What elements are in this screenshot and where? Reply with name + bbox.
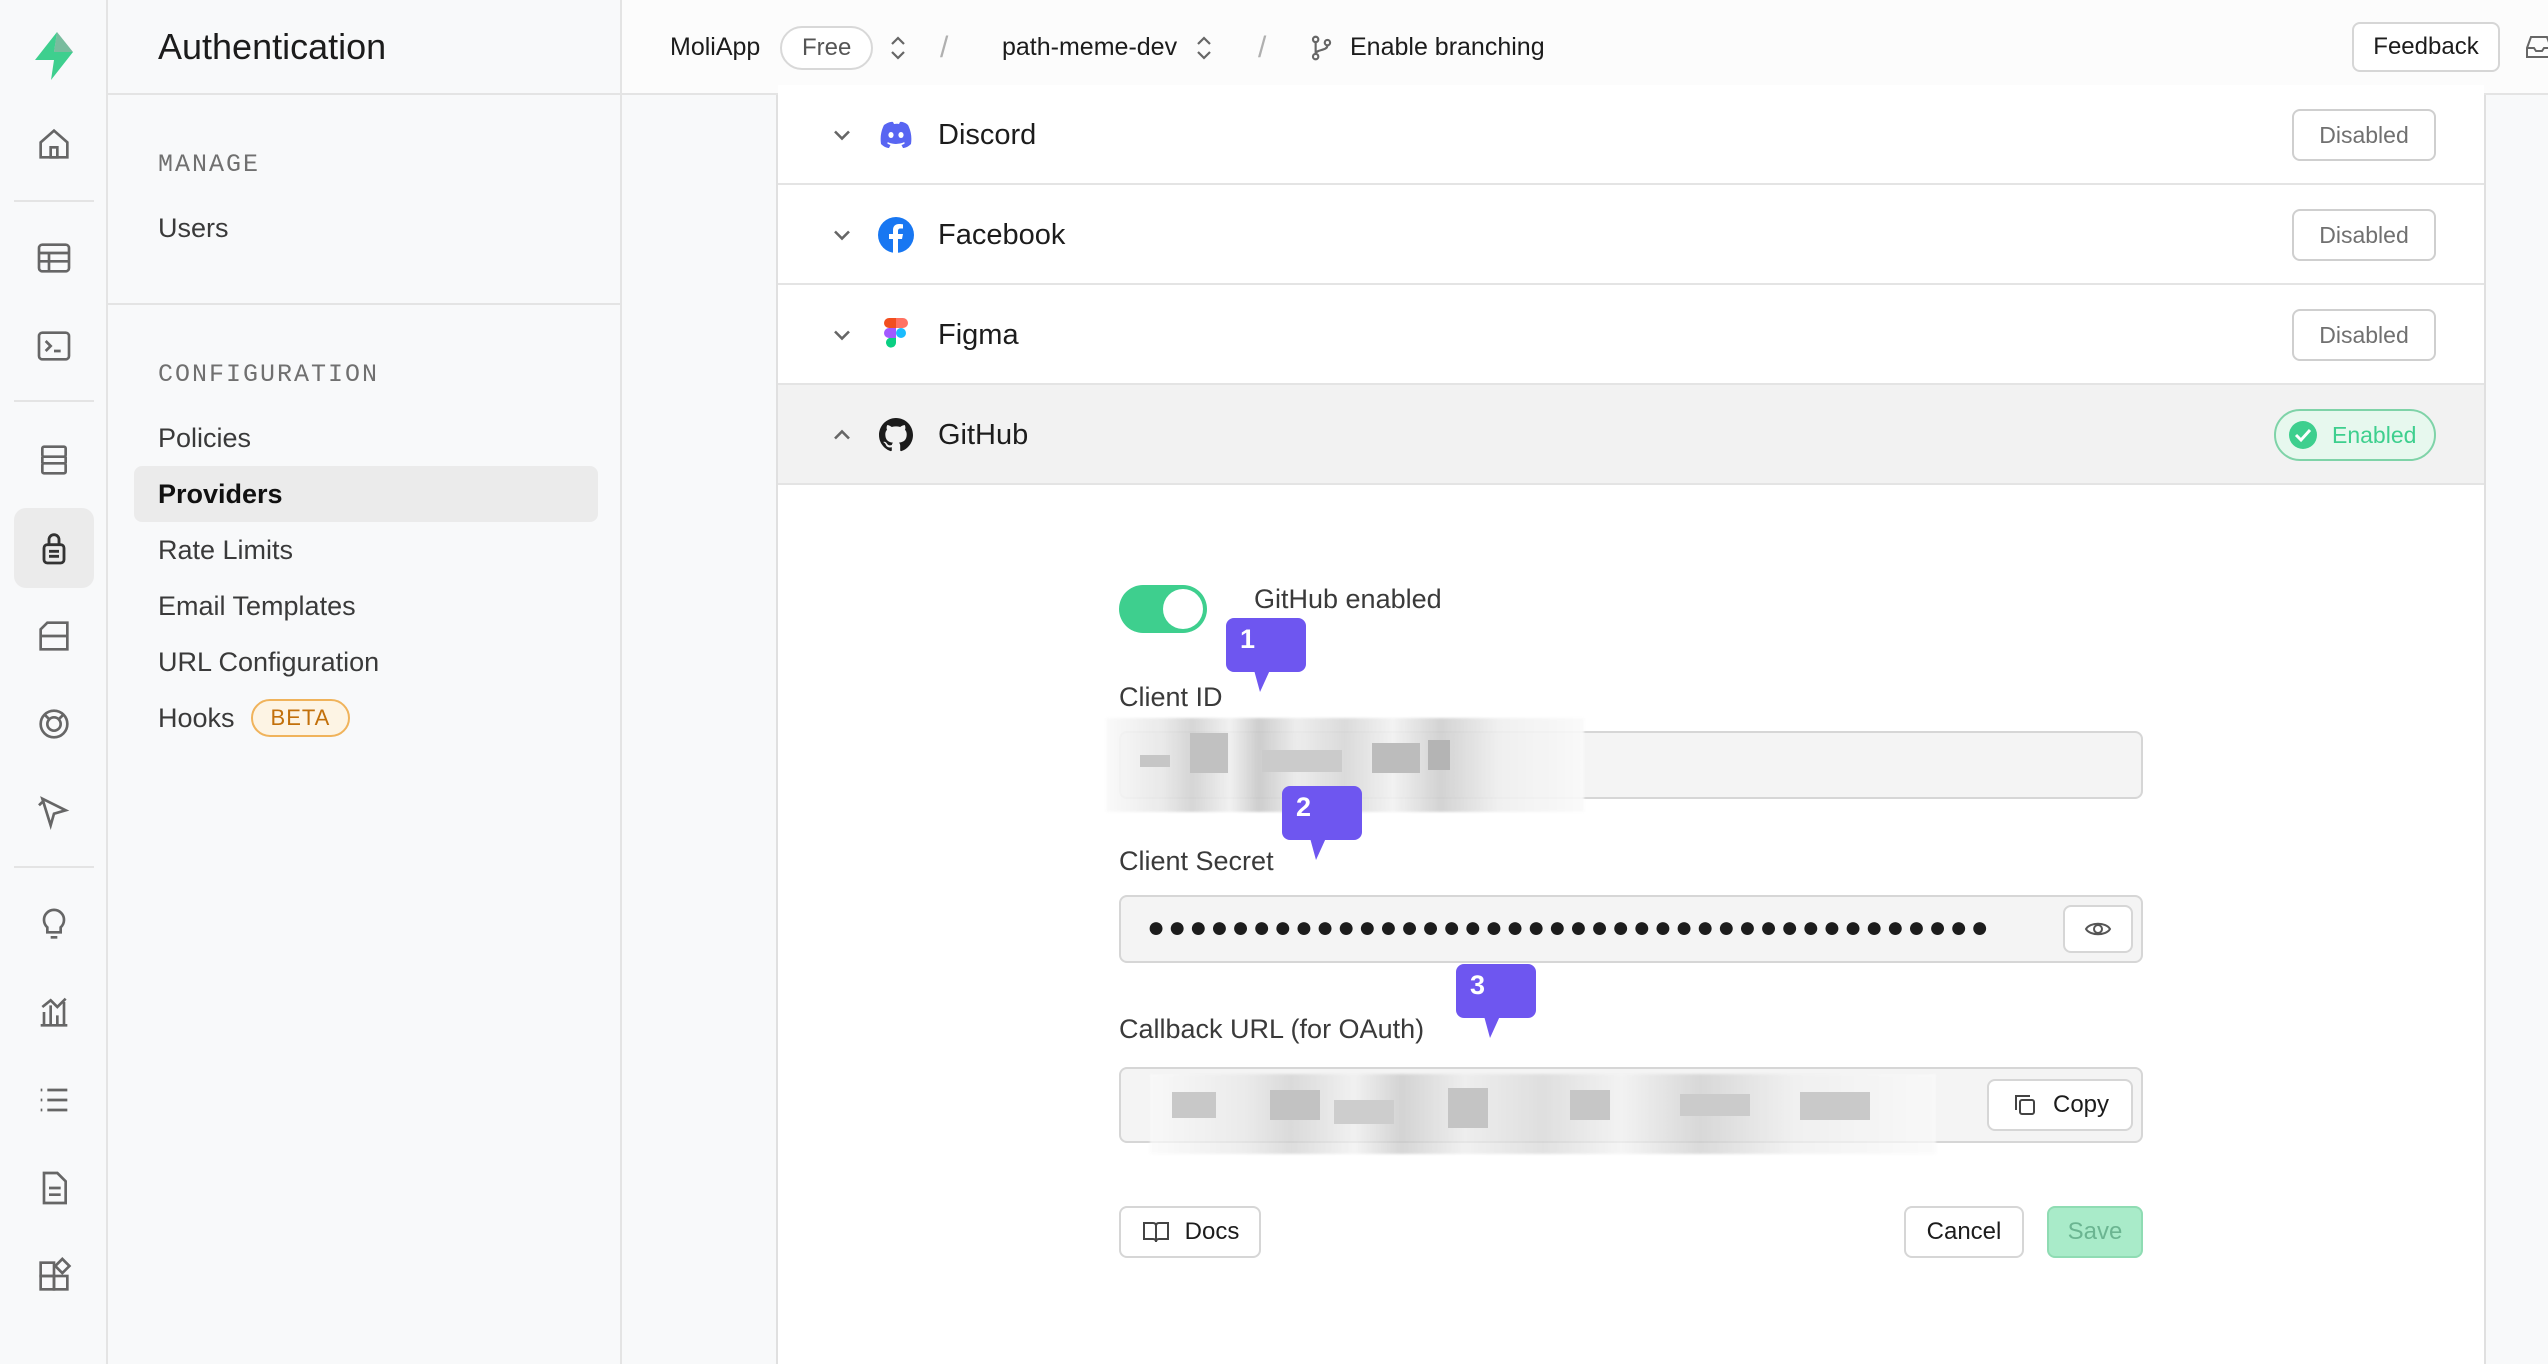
eye-icon xyxy=(2084,922,2112,936)
sidebar-item-url-configuration[interactable]: URL Configuration xyxy=(134,634,598,690)
discord-icon xyxy=(880,121,912,148)
status-label: Enabled xyxy=(2332,421,2417,448)
org-name[interactable]: MoliApp xyxy=(670,0,760,95)
project-name[interactable]: path-meme-dev xyxy=(1002,0,1177,95)
status-badge: Enabled xyxy=(2274,409,2436,461)
github-enabled-label: GitHub enabled xyxy=(1254,584,1442,614)
advisors-icon[interactable] xyxy=(14,884,94,964)
provider-row-facebook[interactable]: Facebook Disabled xyxy=(778,185,2484,285)
icon-rail xyxy=(0,0,108,1364)
api-docs-icon[interactable] xyxy=(14,1148,94,1228)
copy-button[interactable]: Copy xyxy=(1987,1079,2133,1131)
supabase-logo-icon[interactable] xyxy=(26,28,82,84)
git-branch-icon xyxy=(1308,33,1334,63)
client-secret-label: Client Secret xyxy=(1119,846,1274,876)
breadcrumb-separator: / xyxy=(940,30,949,64)
save-button[interactable]: Save xyxy=(2047,1206,2143,1258)
chevron-down-icon xyxy=(834,330,850,341)
copy-label: Copy xyxy=(2052,1091,2110,1118)
inbox-icon[interactable] xyxy=(2524,34,2548,65)
chevron-down-icon xyxy=(834,230,850,241)
check-circle-icon xyxy=(2289,421,2317,449)
beta-badge: BETA xyxy=(250,699,351,737)
provider-name: GitHub xyxy=(938,418,1029,451)
authentication-icon[interactable] xyxy=(14,508,94,588)
sql-editor-icon[interactable] xyxy=(14,306,94,386)
auth-sidebar: Authentication MANAGE Users CONFIGURATIO… xyxy=(108,0,622,1364)
sidebar-item-email-templates[interactable]: Email Templates xyxy=(134,578,598,634)
top-bar: MoliApp Free / path-meme-dev / Enable br… xyxy=(622,0,2548,95)
cancel-button[interactable]: Cancel xyxy=(1904,1206,2024,1258)
client-secret-value: ●●●●●●●●●●●●●●●●●●●●●●●●●●●●●●●●●●●●●●●● xyxy=(1147,911,1992,944)
manage-section-label: MANAGE xyxy=(158,150,261,179)
providers-panel: Discord Disabled Facebook Disabled Figma… xyxy=(776,85,2486,1364)
chevron-down-icon xyxy=(834,130,850,141)
sidebar-item-label: Hooks xyxy=(158,702,235,733)
provider-name: Discord xyxy=(938,118,1037,151)
table-editor-icon[interactable] xyxy=(14,218,94,298)
provider-name: Facebook xyxy=(938,218,1066,251)
provider-row-discord[interactable]: Discord Disabled xyxy=(778,85,2484,185)
database-icon[interactable] xyxy=(14,420,94,500)
book-icon xyxy=(1142,1222,1169,1243)
logs-icon[interactable] xyxy=(14,1060,94,1140)
annotation-marker-3: 3 xyxy=(1456,964,1536,1038)
chevron-up-icon xyxy=(834,429,850,440)
annotation-marker-1: 1 xyxy=(1226,618,1306,692)
project-switcher-icon[interactable] xyxy=(1192,0,1216,95)
integrations-icon[interactable] xyxy=(14,1236,94,1316)
sidebar-item-policies[interactable]: Policies xyxy=(134,410,598,466)
status-badge: Disabled xyxy=(2292,309,2436,361)
status-badge: Disabled xyxy=(2292,109,2436,161)
status-badge: Disabled xyxy=(2292,209,2436,261)
sidebar-title: Authentication xyxy=(108,0,620,95)
sidebar-item-rate-limits[interactable]: Rate Limits xyxy=(134,522,598,578)
docs-label: Docs xyxy=(1184,1218,1240,1245)
sidebar-item-providers[interactable]: Providers xyxy=(134,466,598,522)
feedback-button[interactable]: Feedback xyxy=(2352,22,2500,72)
copy-icon xyxy=(2014,1095,2035,1115)
callback-url-label: Callback URL (for OAuth) xyxy=(1119,1014,1425,1044)
client-secret-input[interactable]: ●●●●●●●●●●●●●●●●●●●●●●●●●●●●●●●●●●●●●●●● xyxy=(1119,895,2143,963)
provider-row-github[interactable]: GitHub Enabled xyxy=(778,385,2484,485)
client-id-label: Client ID xyxy=(1119,682,1223,712)
org-switcher-icon[interactable] xyxy=(886,0,910,95)
docs-button[interactable]: Docs xyxy=(1119,1206,1261,1258)
reveal-secret-button[interactable] xyxy=(2063,905,2133,953)
configuration-section-label: CONFIGURATION xyxy=(158,360,380,389)
facebook-icon xyxy=(878,217,914,253)
sidebar-item-users[interactable]: Users xyxy=(134,200,598,256)
provider-row-figma[interactable]: Figma Disabled xyxy=(778,285,2484,385)
storage-icon[interactable] xyxy=(14,596,94,676)
reports-icon[interactable] xyxy=(14,972,94,1052)
realtime-icon[interactable] xyxy=(14,684,94,764)
provider-name: Figma xyxy=(938,318,1019,351)
enable-branching-button[interactable]: Enable branching xyxy=(1308,0,1545,95)
sidebar-item-hooks[interactable]: Hooks BETA xyxy=(134,690,598,746)
edge-functions-icon[interactable] xyxy=(14,772,94,852)
home-icon[interactable] xyxy=(14,104,94,184)
annotation-marker-2: 2 xyxy=(1282,786,1362,860)
breadcrumb-separator: / xyxy=(1258,30,1267,64)
plan-badge: Free xyxy=(780,25,874,70)
figma-icon xyxy=(884,318,908,348)
github-icon xyxy=(879,418,913,452)
github-enabled-toggle[interactable] xyxy=(1119,585,1207,633)
app-root: Authentication MANAGE Users CONFIGURATIO… xyxy=(0,0,2548,1364)
enable-branching-label: Enable branching xyxy=(1350,33,1545,61)
